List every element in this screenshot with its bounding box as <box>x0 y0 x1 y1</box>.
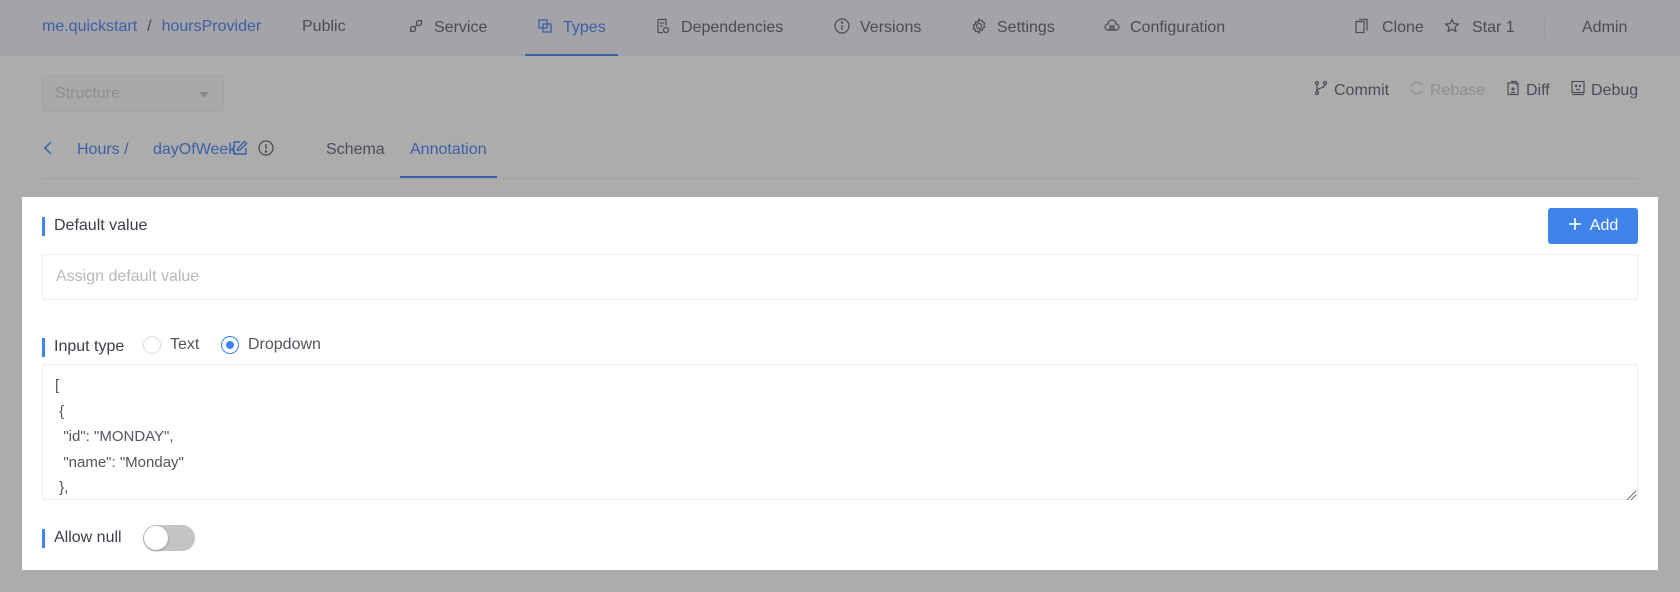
nav-tab-configuration[interactable]: Configuration <box>1104 0 1225 56</box>
star-button[interactable]: Star 1 <box>1444 0 1515 56</box>
resize-handle-icon[interactable] <box>1626 488 1636 501</box>
structure-select[interactable]: Structure <box>42 75 224 112</box>
breadcrumb-project-link[interactable]: hoursProvider <box>162 18 262 36</box>
clone-icon <box>1354 18 1370 39</box>
field-name: dayOfWeek <box>153 141 237 158</box>
radio-dropdown-label: Dropdown <box>248 336 321 353</box>
plug-icon <box>408 18 424 39</box>
refresh-icon <box>1409 80 1425 101</box>
dropdown-options-json-editor[interactable] <box>42 364 1638 500</box>
add-default-value-button[interactable]: Add <box>1548 208 1638 244</box>
annotation-panel: Default value Add Input type Text Dropdo… <box>22 197 1658 570</box>
cloud-icon <box>1104 18 1120 39</box>
plus-icon <box>1568 217 1582 236</box>
breadcrumb: me.quickstart / hoursProvider <box>42 18 261 36</box>
nav-tab-label: Versions <box>860 19 922 36</box>
diff-icon <box>1505 80 1521 101</box>
nav-tab-service[interactable]: Service <box>408 0 487 56</box>
input-type-label: Input type <box>42 337 124 357</box>
type-name-link[interactable]: Hours / <box>77 141 129 159</box>
caret-down-icon <box>199 92 209 98</box>
structure-select-value: Structure <box>55 85 120 102</box>
visibility-badge[interactable]: Public <box>302 18 346 36</box>
breadcrumb-separator: / <box>147 18 152 35</box>
commit-label: Commit <box>1334 81 1390 99</box>
star-label: Star 1 <box>1472 19 1515 36</box>
rebase-button[interactable]: Rebase <box>1409 80 1485 101</box>
nav-tab-label: Service <box>434 19 488 36</box>
edit-icon[interactable] <box>232 140 248 161</box>
radio-circle[interactable] <box>221 336 239 354</box>
default-value-input[interactable] <box>42 254 1638 300</box>
nav-tab-label: Configuration <box>1130 19 1226 36</box>
types-icon <box>537 18 553 39</box>
toggle-knob <box>144 526 168 550</box>
nav-tab-dependencies[interactable]: Dependencies <box>655 0 783 56</box>
diff-label: Diff <box>1526 81 1550 99</box>
nav-tab-versions[interactable]: Versions <box>834 0 921 56</box>
tab-schema[interactable]: Schema <box>326 141 385 159</box>
nav-tab-label: Settings <box>997 19 1055 36</box>
debug-button[interactable]: Debug <box>1570 80 1638 101</box>
radio-text[interactable]: Text <box>143 336 199 354</box>
default-value-label: Default value <box>42 216 147 236</box>
dependencies-icon <box>655 18 671 39</box>
top-navigation-bar: me.quickstart / hoursProvider Public Ser… <box>0 0 1680 56</box>
tab-annotation[interactable]: Annotation <box>410 141 487 159</box>
info-icon <box>834 17 850 39</box>
subnav-divider <box>42 178 1638 179</box>
breadcrumb-group-link[interactable]: me.quickstart <box>42 18 137 36</box>
nav-tab-settings[interactable]: Settings <box>971 0 1055 56</box>
add-label: Add <box>1589 217 1619 234</box>
debug-icon <box>1570 80 1586 101</box>
clone-label: Clone <box>1382 19 1424 36</box>
nav-tab-label: Dependencies <box>681 19 784 36</box>
user-menu[interactable]: Admin <box>1582 0 1627 56</box>
debug-label: Debug <box>1591 81 1639 99</box>
diff-button[interactable]: Diff <box>1505 80 1550 101</box>
alert-info-icon[interactable] <box>258 140 274 161</box>
clone-button[interactable]: Clone <box>1354 0 1424 56</box>
rebase-label: Rebase <box>1430 81 1486 99</box>
nav-tab-label: Types <box>563 19 606 36</box>
user-name: Admin <box>1582 19 1628 36</box>
commit-button[interactable]: Commit <box>1313 80 1389 101</box>
branch-icon <box>1313 80 1329 101</box>
allow-null-toggle[interactable] <box>143 525 195 551</box>
radio-text-label: Text <box>170 336 200 353</box>
radio-circle[interactable] <box>143 336 161 354</box>
nav-tab-types[interactable]: Types <box>525 0 618 56</box>
radio-dropdown[interactable]: Dropdown <box>221 336 321 354</box>
header-divider <box>1544 18 1545 38</box>
back-chevron-icon[interactable] <box>42 140 56 161</box>
allow-null-label: Allow null <box>42 528 122 548</box>
gear-icon <box>971 17 987 39</box>
star-icon <box>1444 17 1460 39</box>
